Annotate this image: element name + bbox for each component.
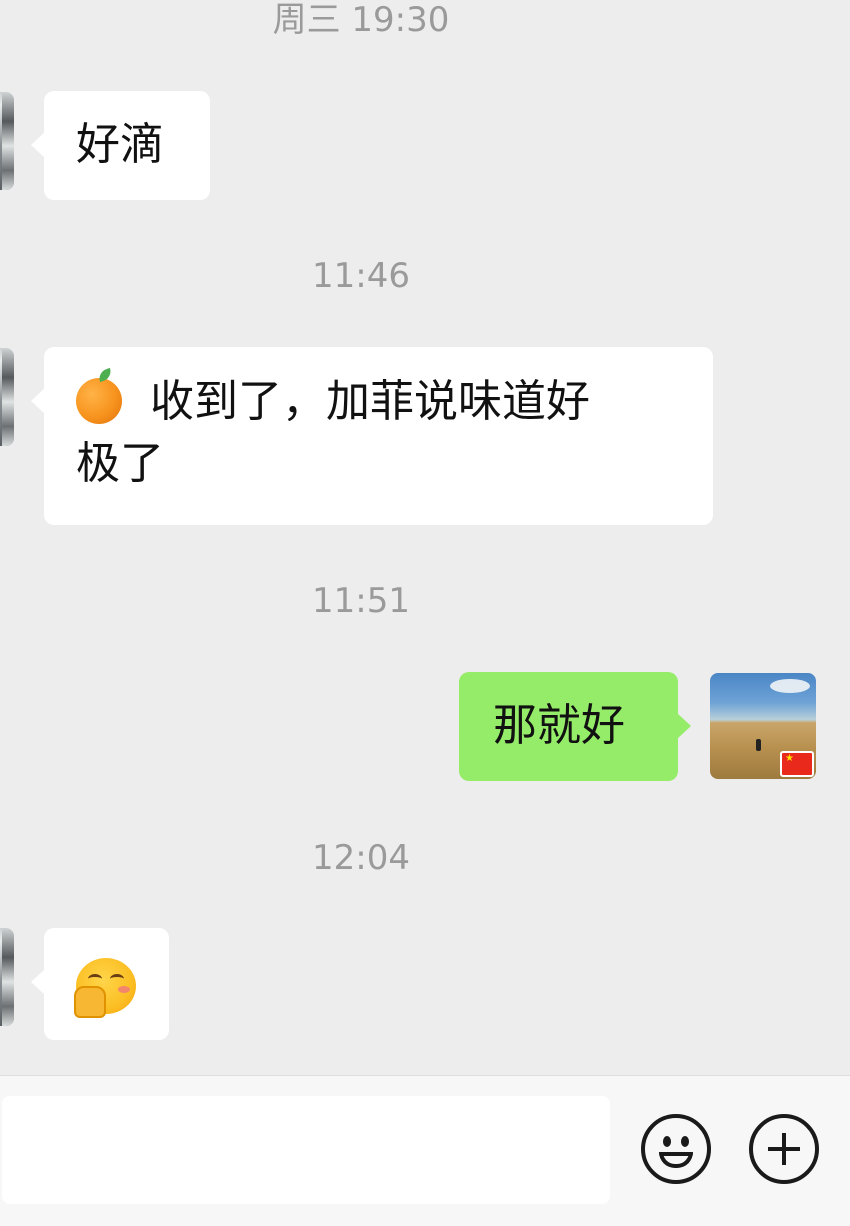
message-text: 那就好 xyxy=(493,700,625,751)
timestamp: 11:51 xyxy=(312,581,410,621)
received-emoji-bubble[interactable] xyxy=(31,928,169,1040)
message-text: 收到了，加菲说味道好 xyxy=(150,376,590,427)
contact-avatar[interactable] xyxy=(0,92,14,190)
timestamp: 12:04 xyxy=(312,838,410,878)
plus-icon[interactable] xyxy=(749,1114,819,1184)
timestamp: 周三 19:30 xyxy=(272,0,450,40)
avatar-person xyxy=(756,739,761,751)
my-avatar[interactable]: ★ xyxy=(710,673,816,779)
sent-message-bubble[interactable]: 那就好 xyxy=(459,672,691,781)
timestamp: 11:46 xyxy=(312,256,410,296)
emoji-face-icon[interactable] xyxy=(641,1114,711,1184)
message-text-continued: 极了 xyxy=(76,438,164,489)
contact-avatar[interactable] xyxy=(0,928,14,1026)
orange-emoji-icon xyxy=(76,378,122,424)
chat-input-bar xyxy=(0,1075,850,1226)
praying-hands-part xyxy=(74,986,106,1018)
message-text: 好滴 xyxy=(76,119,164,170)
contact-avatar[interactable] xyxy=(0,348,14,446)
message-input[interactable] xyxy=(2,1096,610,1204)
received-message-bubble[interactable]: 好滴 xyxy=(31,91,210,200)
avatar-cloud xyxy=(770,679,810,693)
china-flag-icon: ★ xyxy=(780,751,814,777)
chat-message-list[interactable]: 周三 19:30 好滴 11:46 收到了，加菲说味道好 极了 11:51 那就… xyxy=(0,0,850,1075)
received-message-bubble[interactable]: 收到了，加菲说味道好 极了 xyxy=(31,347,713,525)
